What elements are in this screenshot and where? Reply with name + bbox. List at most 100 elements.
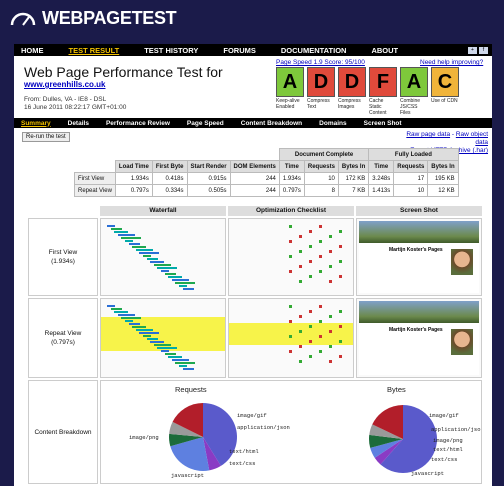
content-breakdown-charts: Requests Bytes image/gif application/json… — [100, 380, 482, 484]
grade-box[interactable]: F — [369, 67, 397, 97]
checklist-repeat-view[interactable] — [228, 298, 354, 378]
check-mark — [309, 325, 312, 328]
col-optimization-checklist: Optimization Checklist — [228, 206, 354, 216]
waterfall-bar — [150, 261, 165, 263]
check-mark — [339, 310, 342, 313]
main-nav: HOME TEST RESULT TEST HISTORY FORUMS DOC… — [14, 44, 492, 56]
check-mark — [329, 235, 332, 238]
tab-domains[interactable]: Domains — [319, 120, 346, 127]
grade-box[interactable]: D — [307, 67, 335, 97]
table-cell: 10 — [393, 184, 429, 197]
waterfall-bar — [182, 288, 194, 290]
row-repeat-view: Repeat View (0.797s) — [28, 298, 98, 378]
grade-box[interactable]: C — [431, 67, 459, 97]
check-mark — [339, 340, 342, 343]
waterfall-bar — [175, 362, 196, 364]
portrait-photo — [451, 249, 473, 275]
check-mark — [309, 355, 312, 358]
raw-page-data-link[interactable]: Raw page data — [406, 131, 450, 138]
tab-content-breakdown[interactable]: Content Breakdown — [241, 120, 302, 127]
screenshot-first-view[interactable]: Martijn Koster's Pages — [356, 218, 482, 296]
tab-summary[interactable]: Summary — [21, 120, 51, 127]
table-cell: 12 KB — [427, 184, 459, 197]
waterfall-bar — [107, 305, 115, 307]
grade-box[interactable]: A — [400, 67, 428, 97]
raw-object-data-link[interactable]: Raw object data — [456, 131, 488, 146]
checklist-first-view[interactable] — [228, 218, 354, 296]
check-mark — [319, 305, 322, 308]
waterfall-bar — [135, 329, 153, 331]
nav-about[interactable]: ABOUT — [371, 46, 398, 55]
nav-home[interactable]: HOME — [21, 46, 44, 55]
help-link[interactable]: Need help improving? — [420, 59, 483, 66]
pie-label: image/png — [129, 434, 159, 441]
check-mark — [299, 315, 302, 318]
portrait-photo — [451, 329, 473, 355]
waterfall-bar — [128, 243, 140, 245]
waterfall-bar — [114, 311, 129, 313]
waterfall-bar — [182, 368, 194, 370]
waterfall-bar — [153, 264, 171, 266]
table-cell: 244 — [229, 184, 280, 197]
share-controls: + f — [468, 46, 488, 54]
pie-label: image/png — [433, 437, 463, 444]
waterfall-bar — [121, 237, 142, 239]
waterfall-bar — [128, 323, 140, 325]
nav-test-history[interactable]: TEST HISTORY — [144, 46, 198, 55]
check-mark — [339, 260, 342, 263]
group-fully-loaded: Fully Loaded — [368, 148, 459, 161]
column-header: Load Time — [114, 160, 153, 173]
grade-box[interactable]: D — [338, 67, 366, 97]
gauge-icon — [10, 12, 36, 26]
check-mark — [339, 275, 342, 278]
tab-details[interactable]: Details — [68, 120, 89, 127]
waterfall-bar — [107, 225, 115, 227]
tested-url[interactable]: www.greenhills.co.uk — [24, 80, 106, 89]
pie-label: javascript — [171, 472, 204, 479]
grade-label: Compress Text — [307, 98, 330, 110]
pie-label: javascript — [411, 470, 444, 477]
nav-forums[interactable]: FORUMS — [223, 46, 256, 55]
check-mark — [309, 275, 312, 278]
check-mark — [329, 315, 332, 318]
table-cell: 0.915s — [186, 172, 231, 185]
tab-screen-shot[interactable]: Screen Shot — [364, 120, 402, 127]
pagespeed-score-link[interactable]: Page Speed 1.9 Score: 95/100 — [276, 59, 365, 66]
waterfall-bar — [139, 332, 160, 334]
result-grid: Waterfall Optimization Checklist Screen … — [28, 204, 482, 484]
check-mark — [339, 230, 342, 233]
waterfall-bar — [150, 341, 165, 343]
waterfall-repeat-view[interactable] — [100, 298, 226, 378]
logo[interactable]: WEBPAGETEST — [10, 8, 177, 29]
waterfall-bar — [157, 267, 178, 269]
table-cell: 1.413s — [368, 184, 395, 197]
table-cell: 0.505s — [186, 184, 231, 197]
rerun-button[interactable]: Re-run the test — [22, 132, 70, 142]
nav-documentation[interactable]: DOCUMENTATION — [281, 46, 347, 55]
header-photo — [359, 301, 479, 323]
pie-label: text/html — [229, 448, 259, 455]
table-cell: 8 — [303, 184, 339, 197]
screenshot-repeat-view[interactable]: Martijn Koster's Pages — [356, 298, 482, 378]
grade-labels: Keep-alive Enabled Compress Text Compress … — [276, 98, 459, 116]
check-mark — [319, 225, 322, 228]
check-mark — [289, 305, 292, 308]
waterfall-bar — [132, 326, 147, 328]
tab-performance-review[interactable]: Performance Review — [106, 120, 170, 127]
screenshot-thumb: Martijn Koster's Pages — [359, 301, 479, 375]
nav-test-result[interactable]: TEST RESULT — [69, 46, 120, 55]
share-icon[interactable]: f — [479, 46, 488, 54]
column-header: Requests — [303, 160, 339, 173]
check-mark — [329, 265, 332, 268]
result-panel: Web Page Performance Test for www.greenh… — [14, 56, 492, 486]
grade-box[interactable]: A — [276, 67, 304, 97]
test-date: 16 June 2011 08:22:17 GMT+01:00 — [24, 104, 127, 111]
waterfall-bar — [146, 258, 158, 260]
check-mark — [329, 360, 332, 363]
bookmark-icon[interactable]: + — [468, 46, 477, 54]
waterfall-first-view[interactable] — [100, 218, 226, 296]
waterfall-bar — [125, 240, 133, 242]
tab-page-speed[interactable]: Page Speed — [187, 120, 224, 127]
grade-label: Cache Static Content — [369, 98, 387, 116]
grade-label: Keep-alive Enabled — [276, 98, 300, 110]
